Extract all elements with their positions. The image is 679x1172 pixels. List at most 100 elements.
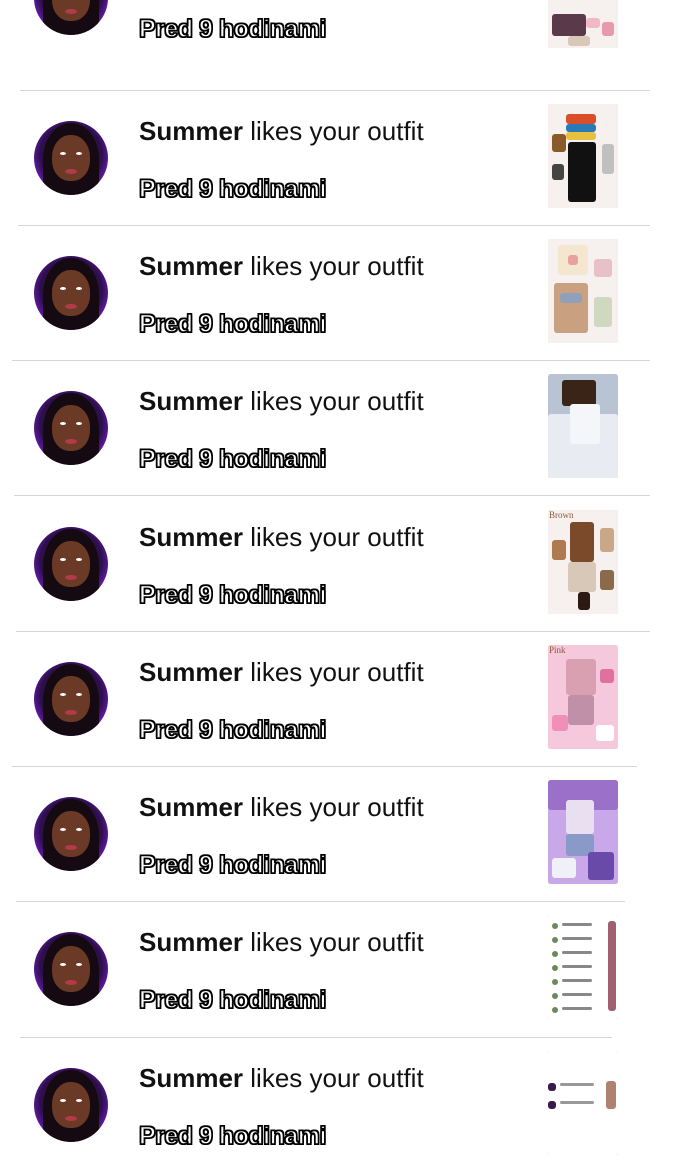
thumbnail-shape <box>566 132 596 140</box>
notification-action: likes your outfit <box>243 792 424 822</box>
thumbnail-shape <box>600 570 614 590</box>
thumbnail-shape <box>568 142 596 202</box>
notification-text: Summer likes your outfit <box>139 792 424 823</box>
user-avatar[interactable] <box>34 1068 108 1142</box>
notification-action: likes your outfit <box>243 1063 424 1093</box>
user-name[interactable]: Summer <box>139 116 243 146</box>
outfit-thumbnail[interactable]: Brown <box>548 510 618 614</box>
thumbnail-shape <box>600 528 614 552</box>
user-name[interactable]: Summer <box>139 522 243 552</box>
thumbnail-shape <box>588 852 614 880</box>
thumbnail-shape <box>608 921 616 1011</box>
notification-feed: Summer likes your outfitPred 9 hodinamiS… <box>0 0 679 1155</box>
thumbnail-shape <box>554 283 588 333</box>
row-divider <box>12 766 637 767</box>
user-name[interactable]: Summer <box>139 927 243 957</box>
user-name[interactable]: Summer <box>139 251 243 281</box>
notification-row[interactable]: Summer likes your outfit Pred 9 hodinami P… <box>0 631 679 766</box>
thumbnail-shape <box>606 1081 616 1109</box>
notification-row[interactable]: Summer likes your outfitPred 9 hodinami <box>0 766 679 901</box>
user-name[interactable]: Summer <box>139 1063 243 1093</box>
thumbnail-shape <box>562 993 592 996</box>
notification-row[interactable]: Summer likes your outfit Pred 9 hodinami <box>0 225 679 360</box>
row-divider <box>20 1037 612 1038</box>
notification-time: Pred 9 hodinami <box>138 580 327 609</box>
row-divider <box>20 90 650 91</box>
thumbnail-shape <box>568 562 596 592</box>
thumbnail-shape <box>560 293 582 303</box>
user-name[interactable]: Summer <box>139 386 243 416</box>
user-avatar[interactable] <box>34 0 108 35</box>
thumbnail-shape <box>566 800 594 834</box>
notification-row[interactable]: Summer likes your outfitPred 9 hodinami <box>0 360 679 495</box>
thumbnail-shape <box>548 1101 556 1109</box>
thumbnail-shape <box>552 134 566 152</box>
user-avatar[interactable] <box>34 932 108 1006</box>
thumbnail-shape <box>552 715 568 731</box>
notification-action: likes your outfit <box>243 251 424 281</box>
thumbnail-shape <box>552 14 586 36</box>
notification-text: Summer likes your outfit <box>139 116 424 147</box>
notification-time: Pred 9 hodinami <box>138 444 327 473</box>
notification-time: Pred 9 hodinami <box>138 309 327 338</box>
thumbnail-shape <box>568 255 578 265</box>
thumbnail-shape <box>552 858 576 878</box>
thumbnail-shape <box>562 923 592 926</box>
notification-time: Pred 9 hodinami <box>138 14 327 43</box>
outfit-thumbnail[interactable] <box>548 0 618 48</box>
thumbnail-shape <box>566 114 596 124</box>
user-avatar[interactable] <box>34 391 108 465</box>
notification-time: Pred 9 hodinami <box>138 174 327 203</box>
notification-action: likes your outfit <box>243 657 424 687</box>
row-divider <box>16 631 650 632</box>
user-avatar[interactable] <box>34 121 108 195</box>
thumbnail-shape <box>562 965 592 968</box>
outfit-thumbnail[interactable] <box>548 104 618 208</box>
thumbnail-shape <box>552 937 558 943</box>
thumbnail-shape <box>596 725 614 741</box>
user-avatar[interactable] <box>34 256 108 330</box>
thumbnail-shape <box>568 36 590 46</box>
thumbnail-shape <box>552 164 564 180</box>
thumbnail-shape <box>594 297 612 327</box>
thumbnail-shape <box>578 592 590 610</box>
notification-row[interactable]: Summer likes your outfit Pred 9 hodinami <box>0 1037 679 1172</box>
row-divider <box>16 901 625 902</box>
thumbnail-shape <box>566 124 596 132</box>
notification-text: Summer likes your outfit <box>139 251 424 282</box>
thumbnail-shape <box>548 1083 556 1091</box>
notification-text: Summer likes your outfit <box>139 657 424 688</box>
notification-time: Pred 9 hodinami <box>138 715 327 744</box>
outfit-thumbnail[interactable] <box>548 780 618 884</box>
row-divider <box>12 360 650 361</box>
user-avatar[interactable] <box>34 797 108 871</box>
outfit-thumbnail[interactable] <box>548 239 618 343</box>
notification-time: Pred 9 hodinami <box>138 985 327 1014</box>
notification-row[interactable]: Summer likes your outfitPred 9 hodinami <box>0 0 679 65</box>
thumbnail-shape <box>552 540 566 560</box>
outfit-thumbnail[interactable] <box>548 374 618 478</box>
notification-text: Summer likes your outfit <box>139 927 424 958</box>
thumbnail-shape <box>562 951 592 954</box>
outfit-thumbnail[interactable] <box>548 1051 618 1155</box>
thumbnail-shape <box>570 404 600 444</box>
notification-row[interactable]: Summer likes your outfit Pred 9 hodinami B… <box>0 496 679 631</box>
notification-row[interactable]: Summer likes your outfit Pred 9 hodinami <box>0 90 679 225</box>
thumbnail-shape <box>602 22 614 36</box>
user-name[interactable]: Summer <box>139 657 243 687</box>
thumbnail-shape <box>566 659 596 695</box>
thumbnail-shape <box>560 1083 594 1086</box>
notification-time: Pred 9 hodinami <box>138 1121 327 1150</box>
notification-action: likes your outfit <box>243 116 424 146</box>
row-divider <box>14 495 650 496</box>
notification-row[interactable]: Summer likes your outfit Pred 9 hodinami <box>0 901 679 1036</box>
notification-action: likes your outfit <box>243 522 424 552</box>
outfit-thumbnail[interactable] <box>548 915 618 1019</box>
thumbnail-shape <box>586 18 600 28</box>
user-avatar[interactable] <box>34 527 108 601</box>
user-name[interactable]: Summer <box>139 792 243 822</box>
thumbnail-shape <box>552 923 558 929</box>
user-avatar[interactable] <box>34 662 108 736</box>
thumbnail-shape <box>552 979 558 985</box>
outfit-thumbnail[interactable]: Pink <box>548 645 618 749</box>
